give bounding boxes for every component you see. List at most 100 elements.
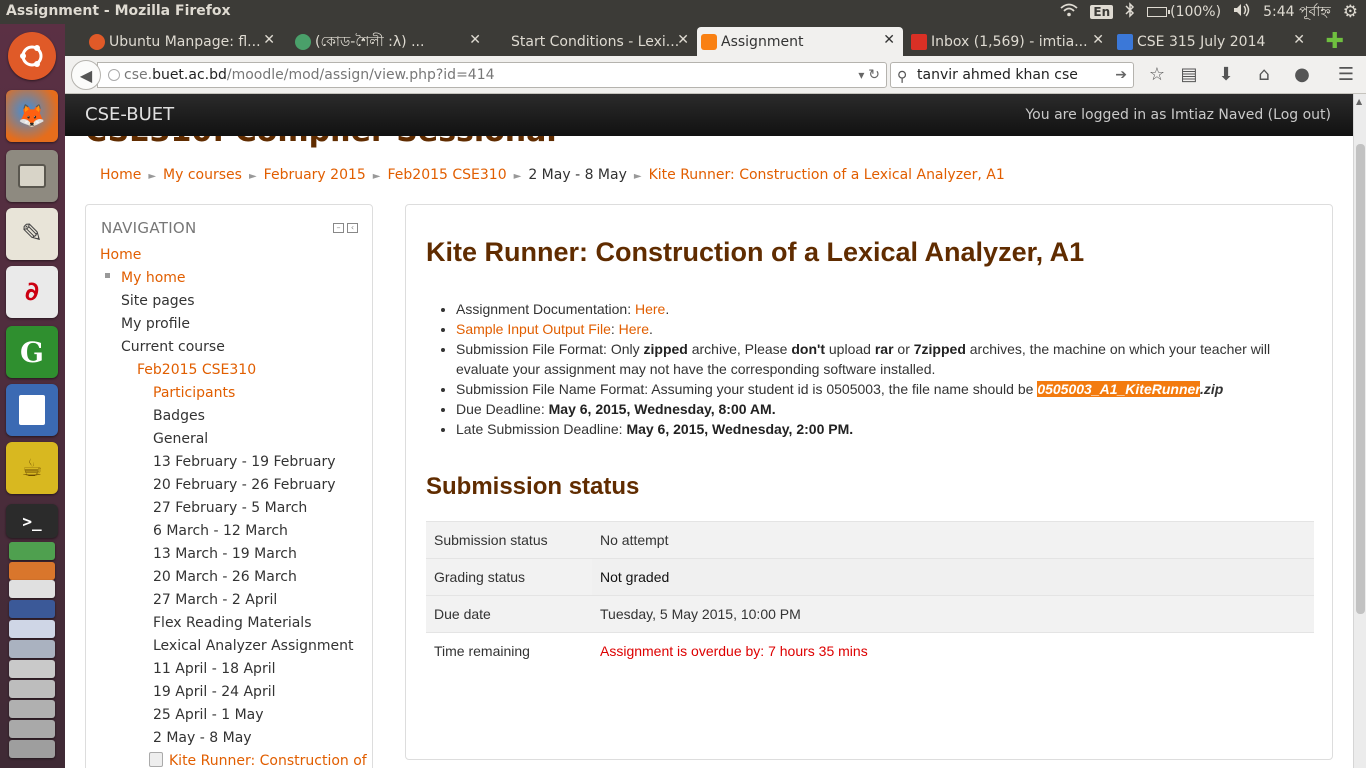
- nav-general[interactable]: General: [153, 431, 208, 447]
- breadcrumb-february-2015[interactable]: February 2015: [264, 167, 366, 183]
- keyboard-language-indicator[interactable]: En: [1090, 5, 1114, 19]
- nav-my-profile[interactable]: My profile: [121, 316, 190, 332]
- bookmark-star-icon[interactable]: ☆: [1146, 64, 1168, 85]
- ubuntu-dash-icon[interactable]: [8, 32, 56, 80]
- nav-week[interactable]: 6 March - 12 March: [153, 523, 288, 539]
- close-icon[interactable]: ✕: [677, 32, 689, 48]
- pdf-viewer-icon[interactable]: ∂: [6, 266, 58, 318]
- amazon-icon[interactable]: [9, 580, 55, 598]
- app-icon[interactable]: [9, 640, 55, 658]
- volume-icon[interactable]: [1233, 3, 1251, 21]
- gummi-icon[interactable]: G: [6, 326, 58, 378]
- clock[interactable]: 5:44 পূর্বাহ্ন: [1263, 0, 1331, 24]
- back-button[interactable]: ◀: [71, 60, 101, 90]
- close-icon[interactable]: ✕: [469, 32, 481, 48]
- nav-section[interactable]: Flex Reading Materials: [153, 615, 312, 631]
- battery-indicator[interactable]: (100%): [1147, 4, 1221, 20]
- nav-week[interactable]: 27 March - 2 April: [153, 592, 277, 608]
- wifi-icon[interactable]: [1060, 3, 1078, 21]
- list-item: Submission File Format: Only zipped arch…: [456, 339, 1306, 379]
- sample-file-link[interactable]: Sample Input Output File: [456, 321, 611, 337]
- text-editor-icon[interactable]: ✎: [6, 208, 58, 260]
- tab-gmail-inbox[interactable]: Inbox (1,569) - imtia... ✕: [907, 27, 1112, 56]
- tab-start-conditions[interactable]: Start Conditions - Lexi... ✕: [487, 27, 697, 56]
- app-icon[interactable]: [9, 660, 55, 678]
- nav-badges[interactable]: Badges: [153, 408, 205, 424]
- firefox-icon[interactable]: 🦊: [6, 90, 58, 142]
- close-icon[interactable]: ✕: [883, 32, 895, 48]
- search-go-icon[interactable]: ➔: [1115, 63, 1127, 87]
- sample-here-link[interactable]: Here: [619, 321, 649, 337]
- scrollbar-thumb[interactable]: [1356, 144, 1365, 614]
- nav-current-course[interactable]: Current course: [121, 339, 225, 355]
- reload-icon[interactable]: ↻: [868, 67, 880, 83]
- page-scrollbar[interactable]: ▲: [1353, 94, 1366, 768]
- nav-week[interactable]: 20 February - 26 February: [153, 477, 336, 493]
- new-tab-plus-icon[interactable]: ✚: [1326, 29, 1344, 54]
- url-bar[interactable]: cse.buet.ac.bd/moodle/mod/assign/view.ph…: [97, 62, 887, 88]
- nav-week[interactable]: 25 April - 1 May: [153, 707, 264, 723]
- gear-icon[interactable]: ⚙: [1343, 2, 1358, 22]
- main-region: Kite Runner: Construction of a Lexical A…: [405, 204, 1333, 760]
- scroll-up-icon[interactable]: ▲: [1356, 97, 1362, 106]
- breadcrumb-assignment[interactable]: Kite Runner: Construction of a Lexical A…: [649, 167, 1005, 183]
- nav-week[interactable]: 27 February - 5 March: [153, 500, 307, 516]
- presentation-icon[interactable]: [9, 562, 55, 580]
- nav-week[interactable]: 13 February - 19 February: [153, 454, 336, 470]
- nav-week[interactable]: 11 April - 18 April: [153, 661, 275, 677]
- nav-week[interactable]: 20 March - 26 March: [153, 569, 297, 585]
- nav-section[interactable]: Lexical Analyzer Assignment: [153, 638, 354, 654]
- breadcrumb-course[interactable]: Feb2015 CSE310: [388, 167, 507, 183]
- reading-list-icon[interactable]: ▤: [1178, 64, 1200, 85]
- terminal-icon[interactable]: >_: [6, 504, 58, 538]
- nav-current-activity[interactable]: Kite Runner: Construction of: [169, 753, 367, 768]
- login-info[interactable]: You are logged in as Imtiaz Naved (Log o…: [1025, 107, 1331, 123]
- home-icon[interactable]: ⌂: [1253, 64, 1275, 85]
- nav-course[interactable]: Feb2015 CSE310: [137, 362, 256, 378]
- tab-cse315[interactable]: CSE 315 July 2014 ✕: [1113, 27, 1313, 56]
- app-icon[interactable]: [9, 680, 55, 698]
- system-tray: En (100%) 5:44 পূর্বাহ্ন ⚙: [1060, 0, 1366, 24]
- breadcrumb-home[interactable]: Home: [100, 167, 141, 183]
- tab-label: (কোড-শৈলী :λ) ...: [315, 33, 425, 50]
- site-name-link[interactable]: CSE-BUET: [85, 104, 174, 125]
- trash-icon[interactable]: [9, 740, 55, 758]
- chat-icon[interactable]: ●: [1291, 64, 1313, 85]
- app-icon[interactable]: [9, 720, 55, 738]
- close-icon[interactable]: ✕: [1293, 32, 1305, 48]
- close-icon[interactable]: ✕: [1092, 32, 1104, 48]
- teapot-icon[interactable]: ☕: [6, 442, 58, 494]
- collapse-block-icon[interactable]: –: [333, 223, 344, 233]
- facebook-icon[interactable]: [9, 600, 55, 618]
- menu-icon[interactable]: ☰: [1335, 64, 1357, 85]
- breadcrumb-my-courses[interactable]: My courses: [163, 167, 242, 183]
- nav-home[interactable]: Home: [100, 247, 141, 263]
- breadcrumb-separator-icon: ►: [372, 171, 381, 182]
- download-icon[interactable]: ⬇: [1215, 64, 1237, 85]
- bluetooth-icon[interactable]: [1125, 2, 1135, 22]
- app-icon[interactable]: [9, 700, 55, 718]
- nav-week[interactable]: 13 March - 19 March: [153, 546, 297, 562]
- tab-assignment[interactable]: Assignment ✕: [697, 27, 903, 56]
- dock-block-icon[interactable]: ‹: [347, 223, 358, 233]
- app-icon[interactable]: [9, 620, 55, 638]
- close-icon[interactable]: ✕: [263, 32, 275, 48]
- files-icon[interactable]: [6, 150, 58, 202]
- overdue-value: Assignment is overdue by: 7 hours 35 min…: [592, 632, 1314, 670]
- nav-site-pages[interactable]: Site pages: [121, 293, 195, 309]
- documentation-link[interactable]: Here: [635, 301, 665, 317]
- nav-my-home[interactable]: My home: [121, 270, 186, 286]
- search-input[interactable]: ⚲ tanvir ahmed khan cse ➔: [890, 62, 1134, 88]
- writer-icon[interactable]: [6, 384, 58, 436]
- nav-week[interactable]: 2 May - 8 May: [153, 730, 252, 746]
- format-rar: rar: [874, 341, 894, 357]
- page-title: Kite Runner: Construction of a Lexical A…: [426, 237, 1085, 267]
- site-identity-icon[interactable]: [108, 69, 120, 81]
- tab-ubuntu-manpage[interactable]: Ubuntu Manpage: fl... ✕: [85, 27, 283, 56]
- web-page: CSE310: Compiler Sessional CSE-BUET You …: [65, 94, 1353, 768]
- nav-week[interactable]: 19 April - 24 April: [153, 684, 275, 700]
- tab-code-style[interactable]: (কোড-শৈলী :λ) ... ✕: [291, 27, 489, 56]
- dropdown-arrow-icon[interactable]: ▾: [858, 68, 864, 82]
- spreadsheet-icon[interactable]: [9, 542, 55, 560]
- nav-participants[interactable]: Participants: [153, 385, 235, 401]
